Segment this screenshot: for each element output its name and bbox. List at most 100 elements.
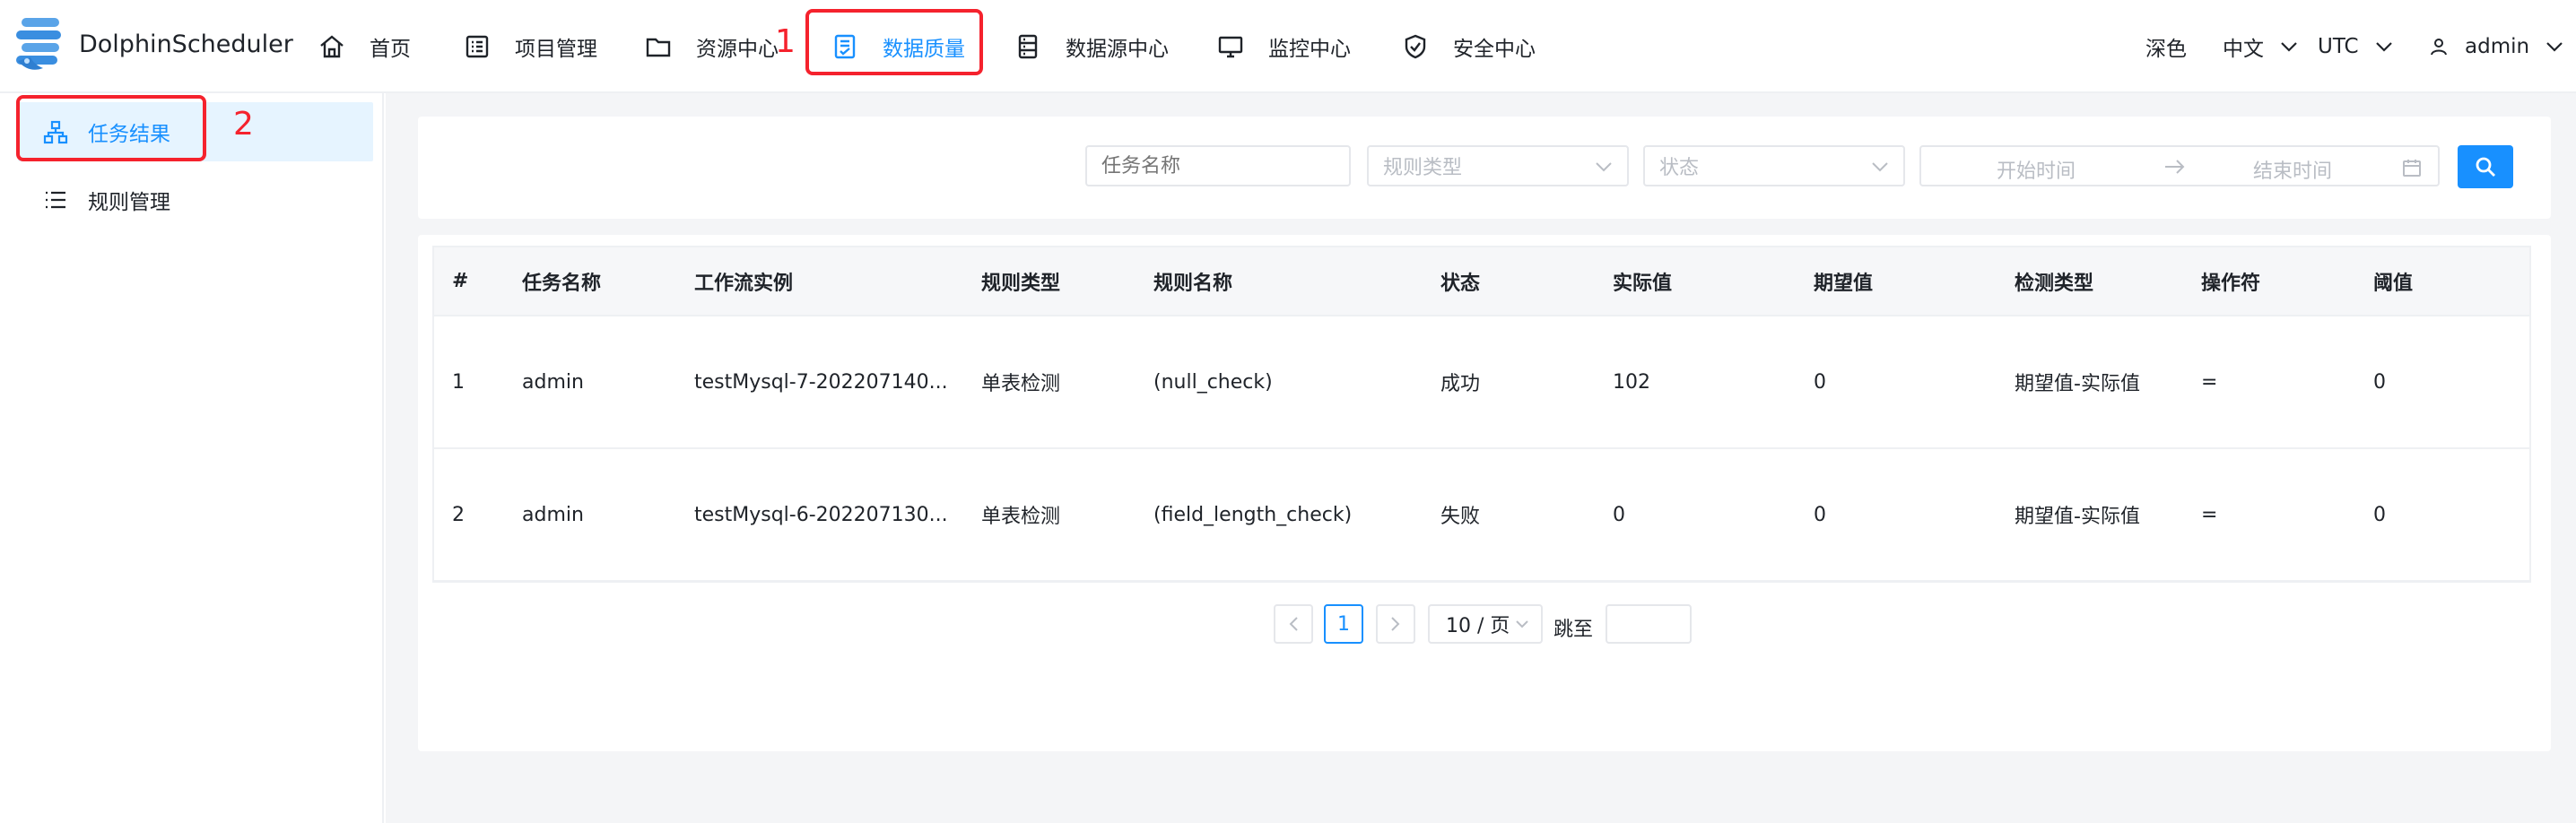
nav-projects-label: 项目管理 bbox=[515, 38, 597, 61]
data-quality-icon bbox=[834, 34, 856, 59]
annotation-label-2: 2 bbox=[233, 106, 254, 143]
col-rule-type: 规则类型 bbox=[963, 247, 1136, 316]
theme-toggle[interactable]: 深色 bbox=[2145, 0, 2187, 93]
end-time-placeholder: 结束时间 bbox=[2253, 160, 2333, 183]
username-label: admin bbox=[2465, 35, 2530, 58]
cell-state: 失败 bbox=[1423, 448, 1595, 582]
nav-monitor-label: 监控中心 bbox=[1268, 38, 1351, 61]
page-button-current[interactable]: 1 bbox=[1324, 604, 1363, 644]
goto-page-input[interactable] bbox=[1606, 604, 1692, 644]
nav-home-label: 首页 bbox=[370, 38, 411, 61]
sidebar-item-rule-management[interactable]: 规则管理 bbox=[18, 170, 373, 230]
project-list-icon bbox=[466, 35, 489, 58]
top-header: DolphinScheduler 首页 项目管理 资源中心 1 数据质量 数据源… bbox=[0, 0, 2576, 93]
list-icon bbox=[46, 191, 65, 209]
chevron-down-icon bbox=[1516, 620, 1529, 628]
nav-datasource[interactable]: 数据源中心 bbox=[1014, 0, 1169, 93]
cell-threshold: 0 bbox=[2355, 448, 2529, 582]
col-operator: 操作符 bbox=[2183, 247, 2355, 316]
cell-actual-value: 0 bbox=[1595, 448, 1796, 582]
nav-monitor[interactable]: 监控中心 bbox=[1216, 0, 1351, 93]
user-menu[interactable]: admin bbox=[2429, 0, 2563, 93]
rule-type-select[interactable]: 规则类型 bbox=[1367, 145, 1629, 186]
annotation-box-2 bbox=[16, 95, 206, 161]
monitor-icon bbox=[1218, 36, 1243, 58]
cell-task-name: admin bbox=[504, 448, 676, 582]
state-select[interactable]: 状态 bbox=[1643, 145, 1905, 186]
nav-resources[interactable]: 资源中心 bbox=[644, 0, 779, 93]
folder-icon bbox=[646, 38, 671, 57]
col-expected-value: 期望值 bbox=[1796, 247, 1997, 316]
results-table-wrapper: # 任务名称 工作流实例 规则类型 规则名称 状态 实际值 期望值 检测类型 操… bbox=[432, 246, 2531, 583]
language-label: 中文 bbox=[2223, 38, 2264, 61]
chevron-down-icon bbox=[2546, 42, 2563, 52]
dolphinscheduler-logo-icon[interactable] bbox=[13, 16, 68, 74]
timezone-label: UTC bbox=[2318, 35, 2359, 58]
cell-index: 2 bbox=[434, 448, 504, 582]
cell-expected-value: 0 bbox=[1796, 448, 1997, 582]
col-index: # bbox=[434, 247, 504, 316]
rule-type-placeholder: 规则类型 bbox=[1383, 157, 1463, 179]
filter-bar: 规则类型 状态 开始时间 结束时间 bbox=[418, 117, 2551, 219]
date-range-picker[interactable]: 开始时间 结束时间 bbox=[1919, 145, 2440, 186]
search-icon bbox=[2476, 157, 2495, 177]
col-workflow-instance: 工作流实例 bbox=[676, 247, 963, 316]
table-header-row: # 任务名称 工作流实例 规则类型 规则名称 状态 实际值 期望值 检测类型 操… bbox=[434, 247, 2529, 316]
annotation-label-1: 1 bbox=[775, 23, 796, 60]
table-row: 2 admin testMysql-6-202207130... 单表检测 (f… bbox=[434, 448, 2529, 582]
chevron-left-icon bbox=[1289, 617, 1298, 631]
col-actual-value: 实际值 bbox=[1595, 247, 1796, 316]
page-size-select[interactable]: 10 / 页 bbox=[1428, 604, 1543, 644]
cell-rule-name: (field_length_check) bbox=[1136, 448, 1423, 582]
cell-workflow-instance[interactable]: testMysql-7-202207140... bbox=[676, 316, 963, 449]
nav-data-quality[interactable]: 数据质量 bbox=[831, 0, 965, 93]
next-page-button[interactable] bbox=[1376, 604, 1415, 644]
calendar-icon bbox=[2403, 160, 2421, 177]
chevron-down-icon bbox=[2375, 42, 2392, 52]
goto-label: 跳至 bbox=[1553, 619, 1594, 641]
main-content: 规则类型 状态 开始时间 结束时间 # bbox=[386, 93, 2576, 823]
nav-datasource-label: 数据源中心 bbox=[1066, 38, 1169, 61]
cell-expected-value: 0 bbox=[1796, 316, 1997, 449]
timezone-select[interactable]: UTC bbox=[2318, 0, 2393, 93]
results-table: # 任务名称 工作流实例 规则类型 规则名称 状态 实际值 期望值 检测类型 操… bbox=[434, 247, 2529, 582]
cell-threshold: 0 bbox=[2355, 316, 2529, 449]
arrow-right-icon bbox=[2165, 160, 2185, 174]
home-icon bbox=[320, 35, 344, 58]
col-state: 状态 bbox=[1423, 247, 1595, 316]
nav-home[interactable]: 首页 bbox=[318, 0, 411, 93]
col-check-type: 检测类型 bbox=[1997, 247, 2183, 316]
cell-operator: = bbox=[2183, 316, 2355, 449]
nav-data-quality-label: 数据质量 bbox=[883, 38, 965, 61]
cell-workflow-instance[interactable]: testMysql-6-202207130... bbox=[676, 448, 963, 582]
shield-check-icon bbox=[1405, 34, 1426, 59]
col-threshold: 阈值 bbox=[2355, 247, 2529, 316]
chevron-right-icon bbox=[1391, 617, 1400, 631]
cell-rule-name: (null_check) bbox=[1136, 316, 1423, 449]
col-rule-name: 规则名称 bbox=[1136, 247, 1423, 316]
cell-rule-type: 单表检测 bbox=[963, 448, 1136, 582]
search-button[interactable] bbox=[2458, 145, 2513, 188]
cell-operator: = bbox=[2183, 448, 2355, 582]
table-row: 1 admin testMysql-7-202207140... 单表检测 (n… bbox=[434, 316, 2529, 449]
cell-state: 成功 bbox=[1423, 316, 1595, 449]
cell-actual-value: 102 bbox=[1595, 316, 1796, 449]
brand-name[interactable]: DolphinScheduler bbox=[79, 30, 293, 58]
page-size-label: 10 / 页 bbox=[1446, 615, 1510, 637]
nav-security-label: 安全中心 bbox=[1453, 38, 1536, 61]
chevron-down-icon bbox=[2281, 42, 2297, 52]
task-name-input[interactable] bbox=[1085, 145, 1351, 186]
chevron-down-icon bbox=[1596, 162, 1612, 172]
nav-security[interactable]: 安全中心 bbox=[1401, 0, 1536, 93]
results-card: # 任务名称 工作流实例 规则类型 规则名称 状态 实际值 期望值 检测类型 操… bbox=[418, 235, 2551, 751]
cell-rule-type: 单表检测 bbox=[963, 316, 1136, 449]
state-placeholder: 状态 bbox=[1659, 157, 1700, 179]
nav-projects[interactable]: 项目管理 bbox=[463, 0, 597, 93]
prev-page-button[interactable] bbox=[1274, 604, 1313, 644]
language-select[interactable]: 中文 bbox=[2223, 0, 2298, 93]
cell-index: 1 bbox=[434, 316, 504, 449]
sidebar: 任务结果 2 规则管理 bbox=[0, 93, 404, 823]
theme-label: 深色 bbox=[2145, 38, 2187, 61]
chevron-down-icon bbox=[1872, 162, 1888, 172]
nav-resources-label: 资源中心 bbox=[696, 38, 779, 61]
